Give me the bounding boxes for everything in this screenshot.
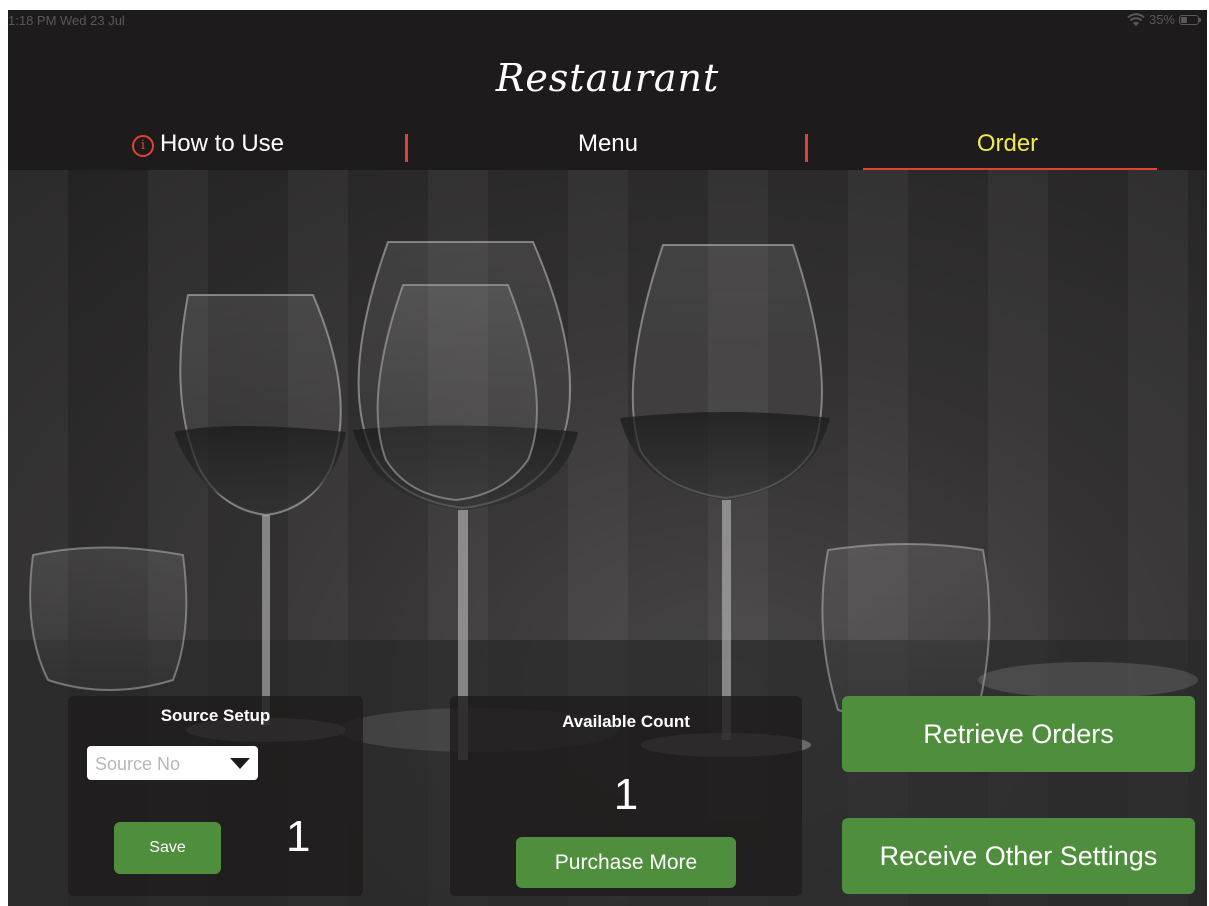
tab-menu[interactable]: Menu [408,128,808,168]
status-time: 1:18 PM Wed 23 Jul [8,13,125,28]
source-setup-panel: Source Setup Source No Save 1 [68,696,363,896]
source-number-value: 1 [286,812,311,861]
save-button[interactable]: Save [114,822,221,874]
tab-label: Order [976,130,1039,157]
purchase-more-button[interactable]: Purchase More [516,837,736,888]
status-bar: 1:18 PM Wed 23 Jul 35% [8,10,1207,32]
battery-percent: 35% [1148,12,1175,27]
available-count-panel: Available Count 1 Purchase More [450,696,802,896]
source-setup-title: Source Setup [160,706,271,725]
source-no-placeholder: Source No [95,754,181,774]
wifi-icon [1127,12,1145,26]
battery-icon [1179,14,1201,25]
ipad-screen: 1:18 PM Wed 23 Jul 35% Restaurant i How t… [8,10,1207,906]
status-indicators: 35% [1127,12,1201,27]
tab-bar: i How to Use Menu Order [8,128,1207,172]
available-count-value: 1 [613,770,639,819]
source-no-dropdown[interactable]: Source No [87,746,258,780]
tab-order[interactable]: Order [808,128,1207,168]
chevron-down-icon [230,758,250,769]
app-title: Restaurant [495,56,720,100]
receive-other-settings-button[interactable]: Receive Other Settings [842,818,1195,894]
tab-label: Menu [577,130,639,157]
available-count-title: Available Count [562,712,690,731]
retrieve-orders-button[interactable]: Retrieve Orders [842,696,1195,772]
info-icon: i [131,135,154,157]
tab-label: How to Use [159,130,285,157]
tab-how-to-use[interactable]: i How to Use [8,128,408,168]
